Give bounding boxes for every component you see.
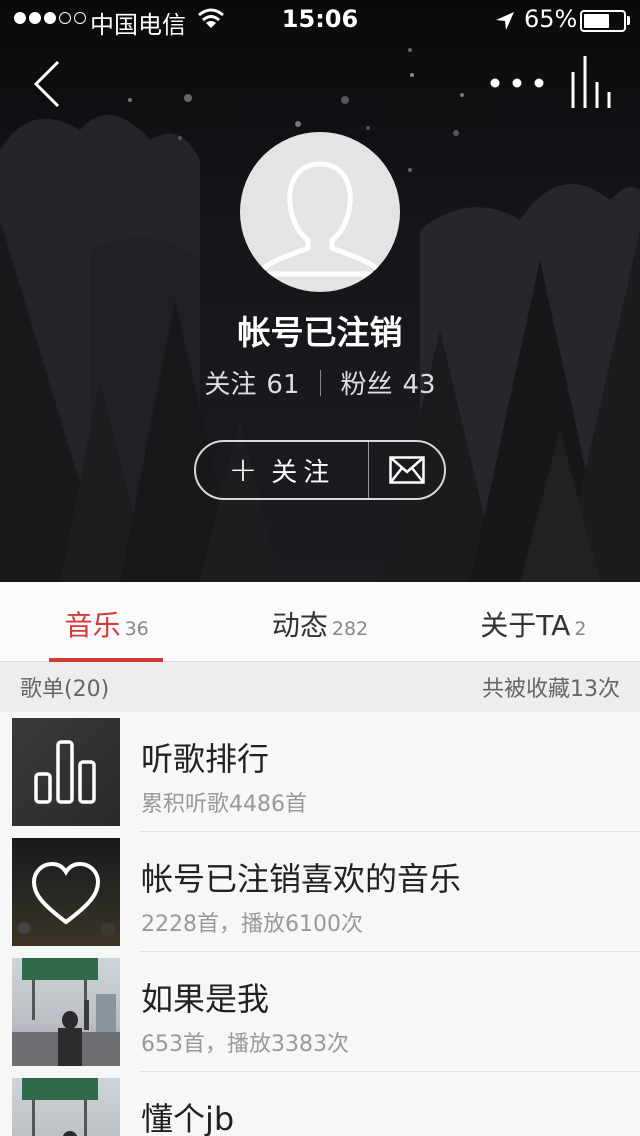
followers-count: 43 (402, 370, 436, 400)
section-subtitle: 共被收藏13次 (482, 677, 620, 702)
playlist-section-header: 歌单(20) 共被收藏13次 (0, 662, 640, 712)
tab-label: 关于TA (480, 609, 571, 642)
follow-button-label: 关注 (271, 457, 336, 488)
stats-divider (319, 369, 321, 396)
street-photo (12, 958, 120, 1066)
playlist-list: 听歌排行 累积听歌4486首 帐号已注销喜欢的音乐 2228首，播放6100次 (0, 712, 640, 1136)
tab-count: 2 (574, 618, 587, 640)
plus-icon: + (228, 450, 264, 490)
playlist-subtitle: 2228首，播放6100次 (141, 912, 363, 937)
tab-count: 36 (124, 618, 149, 640)
follow-button[interactable]: + 关注 (196, 442, 369, 498)
now-playing-button[interactable] (566, 56, 616, 108)
playlist-cover (12, 838, 120, 946)
street-photo (22, 1078, 98, 1136)
tab-count: 282 (331, 618, 369, 640)
battery-percent: 65% (524, 5, 578, 33)
section-title: 歌单(20) (20, 677, 110, 702)
status-bar: 中国电信 15:06 65% (0, 0, 640, 40)
tab-label: 动态 (271, 609, 328, 642)
username: 帐号已注销 (237, 313, 403, 352)
now-playing-bars-icon (571, 56, 611, 108)
battery-icon (580, 10, 626, 32)
playlist-title: 听歌排行 (141, 740, 270, 778)
profile-actions: + 关注 (194, 440, 446, 500)
following-stat[interactable]: 关注 61 (204, 364, 299, 401)
battery-tip (627, 16, 630, 25)
message-button[interactable] (369, 442, 444, 498)
profile-tabs: 音乐 36 动态 282 关于TA 2 (0, 582, 640, 662)
playlist-item[interactable]: 听歌排行 累积听歌4486首 (0, 712, 640, 832)
following-count: 61 (266, 370, 300, 400)
default-user-icon (253, 161, 387, 277)
followers-label: 粉丝 (340, 370, 393, 400)
playlist-cover (12, 718, 120, 826)
following-label: 关注 (204, 370, 257, 400)
tab-about[interactable]: 关于TA 2 (427, 582, 640, 661)
playlist-item[interactable]: 懂个jb (0, 1072, 640, 1136)
heart-icon (18, 861, 115, 937)
tab-music[interactable]: 音乐 36 (0, 582, 213, 662)
playlist-title: 懂个jb (141, 1100, 235, 1136)
back-button[interactable] (28, 58, 68, 110)
tab-activity[interactable]: 动态 282 (213, 582, 426, 661)
chevron-left-icon (33, 60, 60, 108)
playlist-subtitle: 653首，播放3383次 (141, 1032, 349, 1057)
more-dots-icon (490, 78, 544, 88)
follow-stats: 关注 61 粉丝 43 (0, 364, 640, 401)
location-arrow-icon (496, 12, 514, 30)
playlist-item[interactable]: 如果是我 653首，播放3383次 (0, 952, 640, 1072)
playlist-title: 如果是我 (141, 980, 270, 1018)
more-button[interactable] (488, 68, 546, 98)
playlist-item[interactable]: 帐号已注销喜欢的音乐 2228首，播放6100次 (0, 832, 640, 952)
ranking-bars-icon (34, 740, 96, 804)
playlist-title: 帐号已注销喜欢的音乐 (141, 860, 462, 898)
playlist-cover (12, 1078, 120, 1136)
tab-label: 音乐 (64, 609, 121, 642)
profile-header: 中国电信 15:06 65% 帐号已注销 关注 61 粉丝 43 + 关注 (0, 0, 640, 582)
followers-stat[interactable]: 粉丝 43 (341, 364, 436, 401)
envelope-icon (388, 456, 425, 484)
playlist-cover (12, 958, 120, 1066)
playlist-subtitle: 累积听歌4486首 (141, 792, 307, 817)
avatar[interactable] (240, 132, 400, 292)
